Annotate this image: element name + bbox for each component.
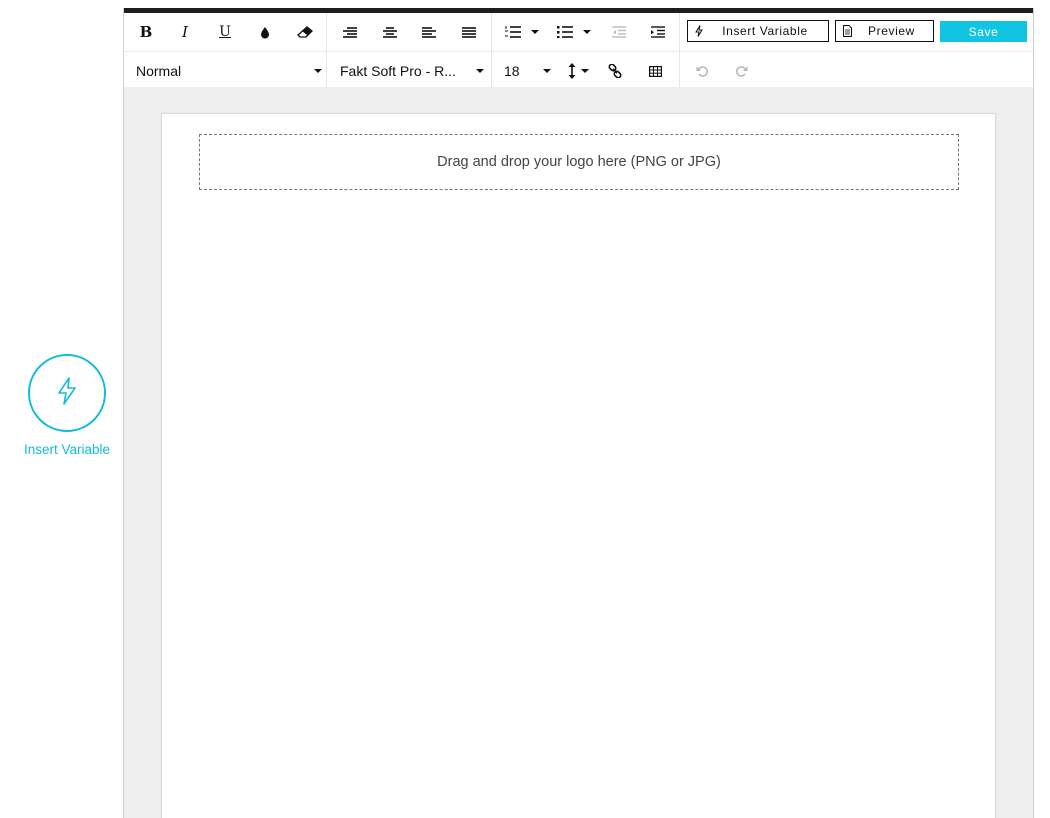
lightning-icon — [56, 376, 78, 411]
insert-variable-button-label: Insert Variable — [722, 24, 808, 38]
ordered-list-icon — [505, 26, 521, 38]
insert-variable-widget[interactable]: Insert Variable — [18, 354, 116, 458]
document-page[interactable]: Drag and drop your logo here (PNG or JPG… — [161, 113, 996, 818]
undo-icon — [696, 65, 708, 77]
insert-variable-label: Insert Variable — [23, 442, 111, 457]
underline-icon: U — [219, 24, 231, 40]
font-size-value: 18 — [504, 63, 520, 79]
chevron-down-icon — [583, 30, 591, 34]
toolbar-row-1: B I U Insert Variable Preview Save — [124, 13, 1033, 52]
toolbar-separator — [326, 52, 327, 89]
outdent-button[interactable] — [606, 19, 632, 45]
undo-button[interactable] — [689, 58, 715, 84]
bold-icon: B — [139, 23, 153, 41]
italic-button[interactable]: I — [173, 19, 197, 45]
editor-canvas: Drag and drop your logo here (PNG or JPG… — [124, 87, 1033, 818]
eraser-icon — [297, 26, 313, 38]
align-left-icon — [422, 26, 436, 38]
indent-button[interactable] — [645, 19, 671, 45]
save-button[interactable]: Save — [940, 21, 1027, 42]
chevron-down-icon — [476, 69, 484, 73]
font-family-select[interactable]: Fakt Soft Pro - R... — [340, 58, 484, 84]
line-height-icon — [568, 63, 576, 79]
link-icon — [608, 64, 622, 78]
ordered-list-button[interactable] — [502, 19, 542, 45]
clear-format-button[interactable] — [293, 19, 317, 45]
align-justify-icon — [462, 26, 476, 38]
toolbar-row-2: Normal Fakt Soft Pro - R... 18 — [124, 52, 1033, 89]
chevron-down-icon — [580, 69, 589, 73]
underline-button[interactable]: U — [213, 19, 237, 45]
italic-icon: I — [182, 23, 188, 41]
ink-drop-icon — [260, 26, 270, 39]
redo-button[interactable] — [729, 58, 755, 84]
chevron-down-icon — [543, 69, 551, 73]
align-left-button[interactable] — [416, 19, 442, 45]
text-color-button[interactable] — [253, 19, 277, 45]
document-icon — [836, 25, 858, 37]
toolbar-separator — [326, 13, 327, 51]
font-size-select[interactable]: 18 — [504, 58, 551, 84]
align-right-button[interactable] — [337, 19, 363, 45]
preview-button[interactable]: Preview — [835, 20, 934, 42]
insert-variable-button[interactable]: Insert Variable — [687, 20, 829, 42]
document-editor: B I U Insert Variable Preview Save Norma… — [123, 8, 1034, 818]
indent-icon — [651, 26, 665, 38]
block-style-value: Normal — [136, 63, 182, 79]
line-height-button[interactable] — [564, 58, 592, 84]
align-right-icon — [343, 26, 357, 38]
table-button[interactable] — [642, 58, 668, 84]
toolbar-separator — [679, 13, 680, 51]
link-button[interactable] — [602, 58, 628, 84]
outdent-icon — [612, 26, 626, 38]
insert-variable-circle[interactable] — [28, 354, 106, 432]
chevron-down-icon — [314, 69, 322, 73]
align-center-icon — [383, 26, 397, 38]
table-icon — [648, 65, 662, 77]
editor-toolbar: B I U Insert Variable Preview Save Norma… — [124, 13, 1033, 91]
bold-button[interactable]: B — [134, 19, 158, 45]
lightning-icon — [688, 25, 710, 37]
align-justify-button[interactable] — [456, 19, 482, 45]
toolbar-separator — [491, 52, 492, 89]
toolbar-separator — [491, 13, 492, 51]
logo-dropzone[interactable]: Drag and drop your logo here (PNG or JPG… — [199, 134, 959, 190]
bullet-list-button[interactable] — [554, 19, 594, 45]
chevron-down-icon — [531, 30, 539, 34]
preview-button-label: Preview — [868, 24, 915, 38]
redo-icon — [736, 65, 748, 77]
font-family-value: Fakt Soft Pro - R... — [340, 63, 456, 79]
toolbar-separator — [679, 52, 680, 89]
bullet-list-icon — [557, 26, 573, 38]
align-center-button[interactable] — [377, 19, 403, 45]
block-style-select[interactable]: Normal — [136, 58, 322, 84]
